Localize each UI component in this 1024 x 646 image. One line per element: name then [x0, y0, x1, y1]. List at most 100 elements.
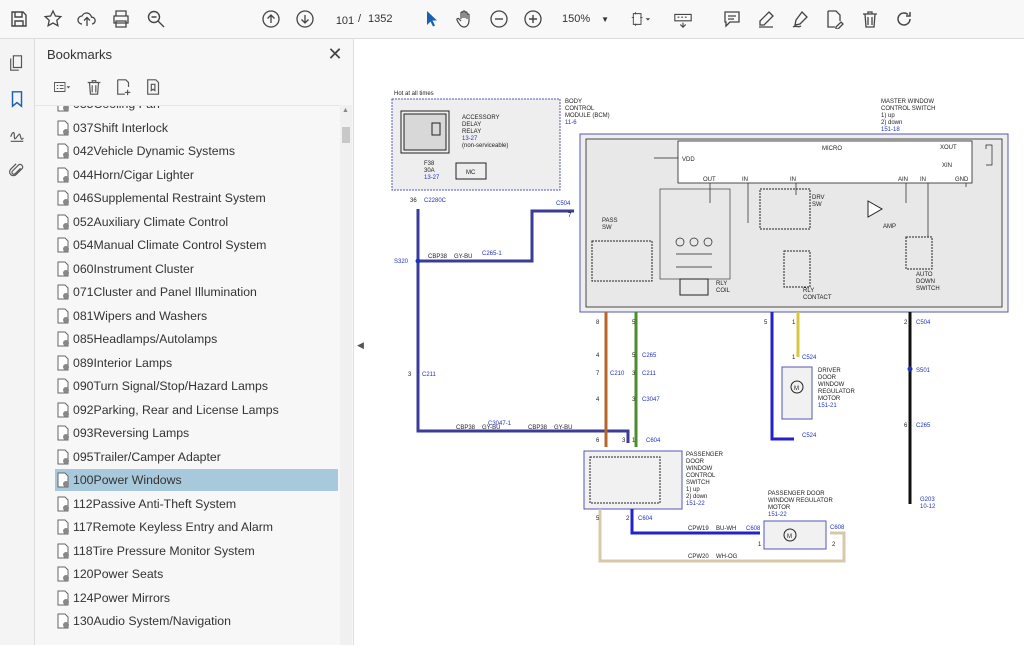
pass-motor-label-1: PASSENGER DOOR	[768, 491, 825, 497]
bookmark-item[interactable]: 037Shift Interlock	[55, 117, 338, 139]
drv-sw-label-1: DRV	[812, 195, 825, 201]
draw-icon[interactable]	[787, 6, 813, 32]
bookmarks-panel: Bookmarks ✕ 035Cooling Fan 037Shift Inter…	[35, 39, 354, 645]
upload-cloud-icon[interactable]	[74, 6, 100, 32]
zoom-level-select[interactable]: 150% ▼	[558, 9, 613, 29]
bookmark-item[interactable]: 081Wipers and Washers	[55, 305, 338, 327]
bookmark-label: 130Audio System/Navigation	[73, 614, 231, 628]
comment-icon[interactable]	[719, 6, 745, 32]
keyboard-scroll-icon[interactable]	[668, 6, 698, 32]
bookmark-page-icon	[57, 449, 69, 464]
pin-1-c524: 1	[792, 355, 796, 361]
zoom-search-icon[interactable]	[143, 6, 169, 32]
bookmark-item[interactable]: 117Remote Keyless Entry and Alarm	[55, 516, 338, 538]
bookmark-label: 090Turn Signal/Stop/Hazard Lamps	[73, 379, 269, 393]
bookmark-page-icon	[57, 543, 69, 558]
bookmark-item[interactable]: 044Horn/Cigar Lighter	[55, 164, 338, 186]
bookmark-star-icon[interactable]	[40, 6, 66, 32]
pin-2-pass: 2	[626, 516, 630, 522]
bookmark-item[interactable]: 092Parking, Rear and License Lamps	[55, 399, 338, 421]
close-icon[interactable]: ✕	[325, 44, 345, 64]
out-label: OUT	[703, 177, 716, 183]
bookmark-item[interactable]: 124Power Mirrors	[55, 587, 338, 609]
save-icon[interactable]	[6, 6, 32, 32]
select-cursor-icon[interactable]	[418, 6, 444, 32]
pass-switch-label-5: SWITCH	[686, 480, 710, 486]
bookmark-item[interactable]: 112Passive Anti-Theft System	[55, 493, 338, 515]
rly-coil-label-2: COIL	[716, 288, 731, 294]
connector-c210: C210	[610, 371, 625, 377]
pass-switch-label-4: CONTROL	[686, 473, 716, 479]
bookmark-page-icon	[57, 190, 69, 206]
bookmark-page-icon	[57, 402, 69, 417]
wire-cpw20-label: CPW20	[688, 554, 709, 560]
fit-page-icon[interactable]	[624, 6, 658, 32]
print-icon[interactable]	[108, 6, 134, 32]
bookmark-item[interactable]: 130Audio System/Navigation	[55, 610, 338, 632]
drv-sw-label-2: SW	[812, 202, 822, 208]
bookmark-scrollbar[interactable]: ▲	[340, 105, 352, 645]
zoom-in-icon[interactable]	[520, 6, 546, 32]
delete-bookmark-icon[interactable]	[79, 75, 109, 99]
edit-text-icon[interactable]	[821, 6, 847, 32]
rly-contact-label-2: CONTACT	[803, 295, 832, 301]
bookmark-tag-icon[interactable]	[139, 75, 169, 99]
new-bookmark-icon[interactable]	[109, 75, 139, 99]
xin-label: XIN	[942, 163, 952, 169]
bookmark-item[interactable]: 118Tire Pressure Monitor System	[55, 540, 338, 562]
next-page-icon[interactable]	[292, 6, 318, 32]
redo-icon[interactable]	[891, 6, 917, 32]
bookmark-label: 112Passive Anti-Theft System	[73, 496, 237, 511]
in1-label: IN	[742, 177, 748, 183]
bookmark-item[interactable]: 071Cluster and Panel Illumination	[55, 281, 338, 303]
zoom-out-icon[interactable]	[486, 6, 512, 32]
pages-thumbnails-icon[interactable]	[5, 51, 29, 75]
bookmark-item[interactable]: 060Instrument Cluster	[55, 258, 338, 280]
pin-8: 8	[596, 320, 600, 326]
scroll-up-icon[interactable]: ▲	[342, 107, 350, 115]
bookmark-page-icon	[57, 496, 69, 511]
bookmark-item[interactable]: 085Headlamps/Autolamps	[55, 328, 338, 350]
wire-gybu-label: GY-BU	[454, 254, 472, 260]
micro-label: MICRO	[822, 146, 842, 152]
bookmark-options-icon[interactable]	[45, 75, 79, 99]
bookmark-item[interactable]: 100Power Windows	[55, 469, 338, 491]
in3-label: IN	[920, 177, 926, 183]
bookmark-item[interactable]: 090Turn Signal/Stop/Hazard Lamps	[55, 375, 338, 397]
collapse-panel-icon[interactable]: ◀	[357, 340, 364, 351]
relay-label-2: DELAY	[462, 122, 481, 128]
bookmark-page-icon	[57, 106, 69, 112]
fuse-label-2: 30A	[424, 168, 435, 174]
signature-icon[interactable]	[5, 123, 29, 147]
bookmark-label: 120Power Seats	[73, 567, 164, 581]
bookmark-item[interactable]: 120Power Seats	[55, 563, 338, 585]
bookmark-item[interactable]: 054Manual Climate Control System	[55, 234, 338, 256]
highlight-pen-icon[interactable]	[753, 6, 779, 32]
connector-c211: C211	[422, 372, 437, 378]
connector-c608-left: C608	[746, 526, 761, 532]
bookmark-label: 100Power Windows	[73, 473, 182, 487]
scroll-thumb[interactable]	[342, 127, 350, 143]
bookmark-page-icon	[57, 308, 69, 323]
bookmark-item[interactable]: 093Reversing Lamps	[55, 422, 338, 444]
bookmark-label: 092Parking, Rear and License Lamps	[73, 402, 279, 417]
bookmark-label: 046Supplemental Restraint System	[73, 191, 266, 205]
attachment-paperclip-icon[interactable]	[5, 159, 29, 183]
previous-page-icon[interactable]	[258, 6, 284, 32]
bookmark-item[interactable]: 052Auxiliary Climate Control	[55, 211, 338, 233]
hand-tool-icon[interactable]	[452, 6, 478, 32]
delete-icon[interactable]	[857, 6, 883, 32]
pass-switch-label-2: DOOR	[686, 459, 705, 465]
bookmark-item[interactable]: 042Vehicle Dynamic Systems	[55, 140, 338, 162]
pin-7-c210: 7	[596, 371, 600, 377]
pass-motor-m: M	[787, 534, 792, 540]
bookmark-label: 081Wipers and Washers	[73, 308, 208, 323]
pin-36: 36	[410, 198, 417, 204]
driver-motor-label-5: MOTOR	[818, 396, 841, 402]
bookmark-item[interactable]: 035Cooling Fan	[55, 106, 338, 115]
bookmark-item[interactable]: 095Trailer/Camper Adapter	[55, 446, 338, 468]
bookmark-item[interactable]: 089Interior Lamps	[55, 352, 338, 374]
bookmark-item[interactable]: 046Supplemental Restraint System	[55, 187, 338, 209]
bookmarks-panel-icon[interactable]	[5, 87, 29, 111]
relay-note: (non-serviceable)	[462, 143, 508, 149]
